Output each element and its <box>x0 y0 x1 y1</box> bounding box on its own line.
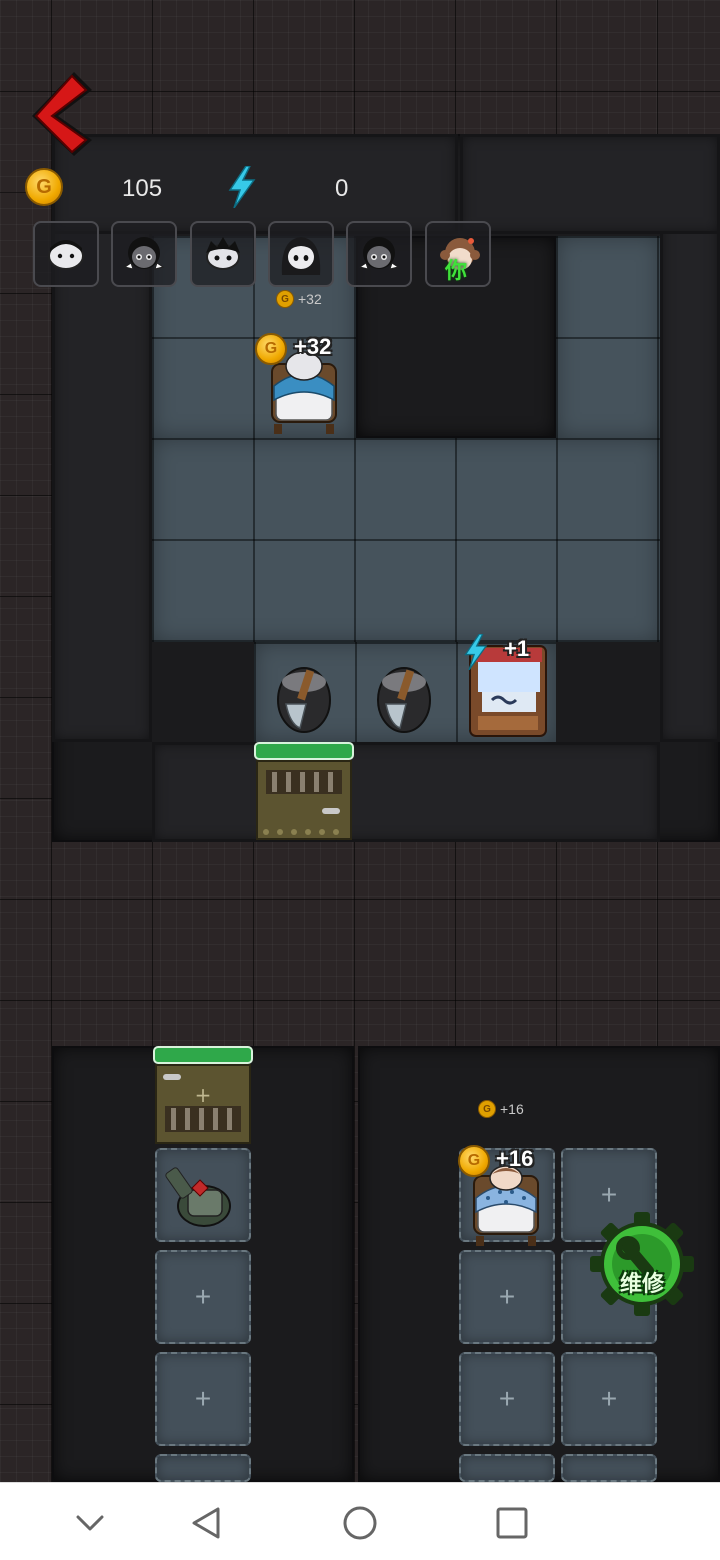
shovel-bucket[interactable] <box>372 664 436 736</box>
long-hair-ghost-face-icon <box>281 237 321 275</box>
coin-icon: G <box>276 290 294 308</box>
build-slot[interactable] <box>459 1454 555 1482</box>
nav-recents-icon[interactable] <box>490 1501 534 1545</box>
bottom-room-income: G +16 <box>478 1100 524 1118</box>
ghost-kid-face-icon <box>48 240 84 270</box>
top-right-corridor <box>460 134 720 234</box>
room-door[interactable] <box>254 742 354 840</box>
console-energy-label: +1 <box>504 636 530 661</box>
door-health-bar <box>153 1046 253 1064</box>
wrench-gear-icon <box>590 1212 694 1316</box>
top-room-floor-main <box>152 438 660 642</box>
build-slot[interactable]: + <box>459 1250 555 1344</box>
build-slot[interactable] <box>561 1454 657 1482</box>
door-body <box>256 760 352 840</box>
build-slot[interactable]: + <box>459 1352 555 1446</box>
lightning-icon <box>464 634 488 670</box>
coin-icon: G <box>478 1100 496 1118</box>
bed-income-label: +32 <box>294 334 332 359</box>
top-room-income: G +32 <box>276 290 322 308</box>
coin-icon: G <box>458 1145 490 1177</box>
turret[interactable] <box>164 1160 240 1232</box>
build-slot[interactable]: + <box>155 1352 251 1446</box>
pigtail-girl-face-icon-2 <box>358 237 400 270</box>
svg-text:+: + <box>195 1083 212 1107</box>
you-avatar[interactable]: 你 <box>425 221 491 287</box>
shovel-bucket-icon <box>377 667 431 733</box>
navigation-bar <box>0 1482 720 1560</box>
spiky-kid-avatar[interactable] <box>190 221 256 287</box>
pigtail-girl-face-icon <box>123 237 165 270</box>
build-slot[interactable]: + <box>561 1352 657 1446</box>
nav-home-icon[interactable] <box>338 1501 382 1545</box>
build-slot[interactable] <box>155 1454 251 1482</box>
lightning-icon <box>228 166 256 208</box>
door-bars-icon: + <box>163 1074 241 1132</box>
turret-icon <box>165 1167 231 1227</box>
pigtail-girl-avatar-2[interactable] <box>346 221 412 287</box>
nav-down-icon[interactable] <box>68 1501 112 1545</box>
gold-count: 105 <box>122 175 163 202</box>
door-health-bar <box>254 742 354 760</box>
door-bars-icon <box>263 770 342 835</box>
coin-icon: G <box>25 168 63 206</box>
energy-count: 0 <box>335 175 349 202</box>
repair-button[interactable]: 维修 <box>590 1212 694 1316</box>
ghost-kid-avatar[interactable] <box>33 221 99 287</box>
back-arrow-icon[interactable] <box>22 68 96 158</box>
top-room-floor-right <box>556 236 660 438</box>
game-map: + + + + + + + G 105 0 <box>0 0 720 1482</box>
room-door[interactable]: + <box>153 1046 253 1144</box>
shovel-bucket[interactable] <box>272 664 336 736</box>
shovel-bucket-icon <box>277 667 331 733</box>
spiky-kid-face-icon <box>206 237 240 270</box>
bed-income-label: +16 <box>496 1146 534 1171</box>
door-body: + <box>155 1064 251 1144</box>
long-hair-ghost-avatar[interactable] <box>268 221 334 287</box>
coin-icon: G <box>255 333 287 365</box>
bottom-corridor <box>152 742 660 842</box>
repair-label: 维修 <box>619 1272 664 1297</box>
pigtail-girl-avatar[interactable] <box>111 221 177 287</box>
you-label: 你 <box>445 259 468 284</box>
nav-back-icon[interactable] <box>184 1501 228 1545</box>
build-slot[interactable]: + <box>155 1250 251 1344</box>
